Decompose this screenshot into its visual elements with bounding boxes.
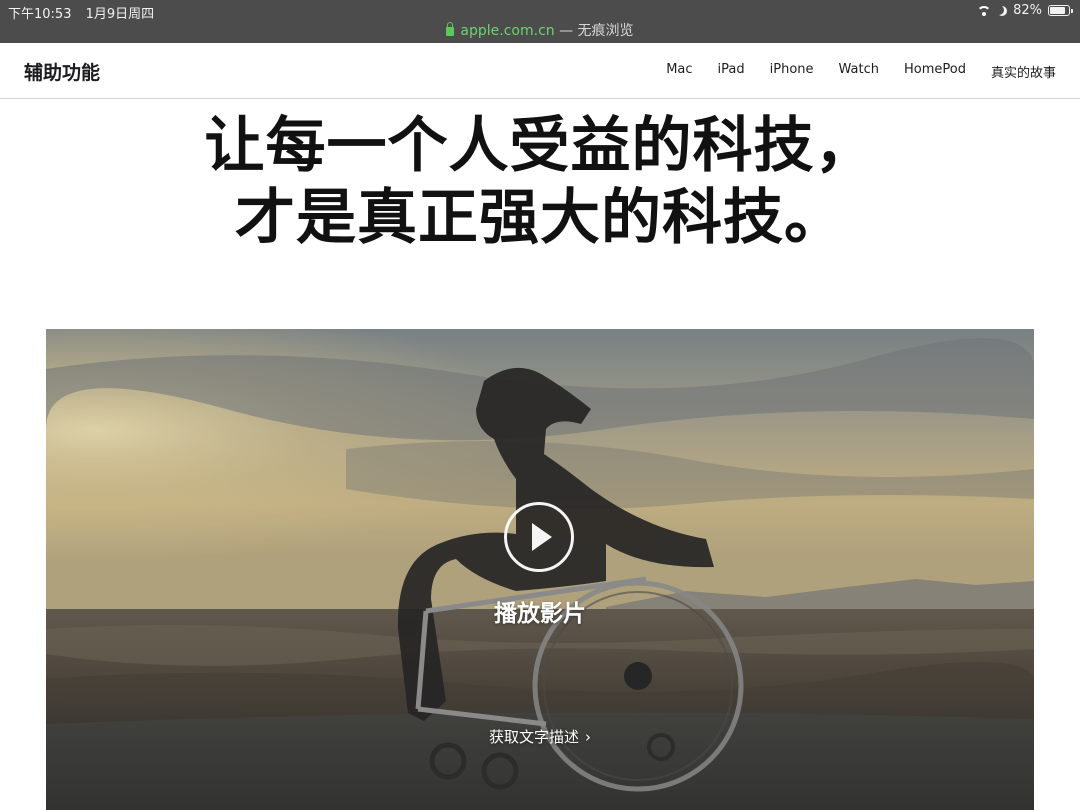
- play-icon: [532, 523, 552, 551]
- play-video-label[interactable]: 播放影片: [46, 594, 1034, 628]
- nav-item-watch[interactable]: Watch: [839, 62, 879, 81]
- wifi-icon: [977, 5, 992, 16]
- private-browsing-label: — 无痕浏览: [554, 23, 634, 39]
- text-description-label: 获取文字描述: [488, 728, 579, 746]
- text-description-link[interactable]: 获取文字描述 ›: [46, 726, 1034, 747]
- address-bar[interactable]: apple.com.cn — 无痕浏览: [0, 20, 1080, 40]
- headline-line-2: 才是真正强大的科技。: [235, 183, 845, 253]
- play-button[interactable]: [504, 502, 574, 572]
- url-domain: apple.com.cn: [460, 23, 555, 39]
- local-nav-menu: Mac iPad iPhone Watch HomePod 真实的故事: [666, 62, 1056, 81]
- chevron-right-icon: ›: [585, 728, 591, 746]
- nav-item-ipad[interactable]: iPad: [718, 62, 745, 81]
- do-not-disturb-moon-icon: [997, 6, 1007, 16]
- status-bar: 下午10:53 1月9日周四 82% apple.com.cn — 无痕浏览: [0, 0, 1080, 43]
- local-nav-title[interactable]: 辅助功能: [24, 58, 100, 85]
- local-nav: 辅助功能 Mac iPad iPhone Watch HomePod 真实的故事: [0, 43, 1080, 99]
- headline-line-1: 让每一个人受益的科技，: [204, 111, 876, 181]
- battery-icon: [1048, 5, 1073, 16]
- lock-icon: [446, 22, 455, 36]
- nav-item-iphone[interactable]: iPhone: [770, 62, 814, 81]
- nav-item-homepod[interactable]: HomePod: [904, 62, 966, 81]
- hero-video[interactable]: 播放影片 获取文字描述 ›: [46, 329, 1034, 810]
- battery-fill: [1050, 7, 1065, 14]
- page-headline: 让每一个人受益的科技， 才是真正强大的科技。: [0, 110, 1080, 254]
- nav-item-stories[interactable]: 真实的故事: [991, 62, 1056, 81]
- nav-item-mac[interactable]: Mac: [666, 62, 692, 81]
- battery-percent: 82%: [1013, 3, 1042, 18]
- status-right: 82%: [977, 3, 1073, 18]
